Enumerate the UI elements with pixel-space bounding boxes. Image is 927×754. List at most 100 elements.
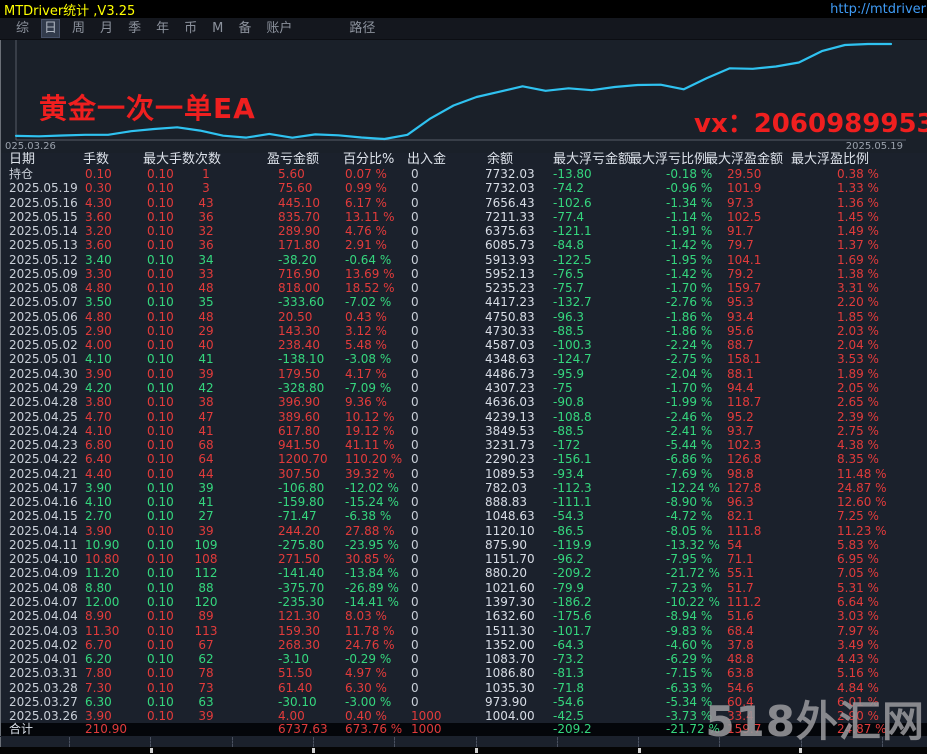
table-row[interactable]: 2025.05.14 3.20 0.10 32 289.90 4.76 % 0 6375.63… <box>1 224 927 238</box>
menu-item-月[interactable]: 月 <box>98 20 115 37</box>
cell-12: 4.38 % <box>837 438 879 453</box>
open-position-row[interactable]: 持仓 0.10 0.10 1 5.60 0.07 % 0 7732.03 -13.80 -0.18… <box>1 167 927 181</box>
menu-item-日[interactable]: 日 <box>41 19 61 38</box>
table-row[interactable]: 2025.04.23 6.80 0.10 68 941.50 41.11 % 0 3231.7… <box>1 438 927 452</box>
cell-11: 94.4 <box>727 380 754 395</box>
cell-9: -124.7 <box>553 352 592 367</box>
table-row[interactable]: 2025.04.21 4.40 0.10 44 307.50 39.32 % 0 1089.5… <box>1 467 927 481</box>
table-row[interactable]: 2025.05.12 3.40 0.10 34 -38.20 -0.64 % 0 5913.9… <box>1 253 927 267</box>
cell-7: 0 <box>411 209 419 224</box>
cell-6: -14.41 % <box>345 594 399 609</box>
statusbar-separator <box>312 748 315 753</box>
menu-item-路径[interactable]: 路径 <box>347 20 377 37</box>
cell-9: -79.9 <box>553 580 585 595</box>
cell-7: 0 <box>411 395 419 410</box>
table-row[interactable]: 2025.04.07 12.00 0.10 120 -235.30 -14.41 % 0 13… <box>1 595 927 609</box>
cell-8: 7656.43 <box>485 195 535 210</box>
table-row[interactable]: 2025.04.29 4.20 0.10 42 -328.80 -7.09 % 0 4307.… <box>1 381 927 395</box>
table-row[interactable]: 2025.04.04 8.90 0.10 89 121.30 8.03 % 0 1632.60… <box>1 609 927 623</box>
table-row[interactable]: 2025.05.16 4.30 0.10 43 445.10 6.17 % 0 7656.43… <box>1 196 927 210</box>
cell-9: -75 <box>553 380 573 395</box>
cell-11: 55.1 <box>727 566 754 581</box>
table-row[interactable]: 2025.05.05 2.90 0.10 29 143.30 3.12 % 0 4730.33… <box>1 324 927 338</box>
table-row[interactable]: 2025.04.15 2.70 0.10 27 -71.47 -6.38 % 0 1048.6… <box>1 509 927 523</box>
table-row[interactable]: 2025.05.19 0.30 0.10 3 75.60 0.99 % 0 7732.03 -7… <box>1 181 927 195</box>
cell-7: 1000 <box>411 709 442 724</box>
cell-7: 0 <box>411 224 419 239</box>
table-row[interactable]: 2025.04.25 4.70 0.10 47 389.60 10.12 % 0 4239.1… <box>1 410 927 424</box>
cell-7: 0 <box>411 537 419 552</box>
table-row[interactable]: 2025.04.08 8.80 0.10 88 -375.70 -26.89 % 0 1021… <box>1 581 927 595</box>
cell-4: 40 <box>198 338 214 353</box>
table-row[interactable]: 2025.04.28 3.80 0.10 38 396.90 9.36 % 0 4636.03… <box>1 395 927 409</box>
table-row[interactable]: 2025.04.14 3.90 0.10 39 244.20 27.88 % 0 1120.1… <box>1 524 927 538</box>
cell-5: 617.80 <box>278 423 320 438</box>
cell-2: 12.00 <box>85 594 120 609</box>
table-row[interactable]: 2025.04.02 6.70 0.10 67 268.30 24.76 % 0 1352.0… <box>1 638 927 652</box>
cell-2: 4.80 <box>85 309 112 324</box>
menu-item-综[interactable]: 综 <box>14 20 31 37</box>
cell-3: 0.10 <box>147 452 174 467</box>
table-row[interactable]: 2025.05.08 4.80 0.10 48 818.00 18.52 % 0 5235.2… <box>1 281 927 295</box>
cell-6: -7.02 % <box>345 295 392 310</box>
menu-item-季[interactable]: 季 <box>126 20 143 37</box>
cell-6: -12.02 % <box>345 480 399 495</box>
app-url-link[interactable]: http://mtdriver <box>830 2 927 17</box>
cell-5: 941.50 <box>278 438 320 453</box>
cell-3: 0.10 <box>147 537 174 552</box>
cell-9: -13.80 <box>553 167 592 181</box>
cell-7: 0 <box>411 409 419 424</box>
cell-7: 0 <box>411 167 419 181</box>
cell-9: -121.1 <box>553 224 592 239</box>
table-row[interactable]: 2025.04.30 3.90 0.10 39 179.50 4.17 % 0 4486.73… <box>1 367 927 381</box>
table-row[interactable]: 2025.04.10 10.80 0.10 108 271.50 30.85 % 0 1151… <box>1 552 927 566</box>
cell-9: -100.3 <box>553 338 592 353</box>
table-row[interactable]: 2025.03.28 7.30 0.10 73 61.40 6.30 % 0 1035.30 -… <box>1 681 927 695</box>
table-row[interactable]: 2025.05.07 3.50 0.10 35 -333.60 -7.02 % 0 4417.… <box>1 295 927 309</box>
table-row[interactable]: 2025.04.17 3.90 0.10 39 -106.80 -12.02 % 0 782.… <box>1 481 927 495</box>
cell-8: 1120.10 <box>485 523 535 538</box>
menu-item-备[interactable]: 备 <box>236 20 253 37</box>
cell-7: 0 <box>411 666 419 681</box>
cell-2: 8.90 <box>85 609 112 624</box>
table-row[interactable]: 2025.04.16 4.10 0.10 41 -159.80 -15.24 % 0 888.… <box>1 495 927 509</box>
cell-9: -77.4 <box>553 209 585 224</box>
table-row[interactable]: 2025.05.15 3.60 0.10 36 835.70 13.11 % 0 7211.3… <box>1 210 927 224</box>
menu-item-年[interactable]: 年 <box>154 20 171 37</box>
cell-1: 持仓 <box>9 167 34 181</box>
table-row[interactable]: 2025.04.03 11.30 0.10 113 159.30 11.78 % 0 1511… <box>1 624 927 638</box>
table-row[interactable]: 2025.04.11 10.90 0.10 109 -275.80 -23.95 % 0 87… <box>1 538 927 552</box>
table-row[interactable]: 2025.05.13 3.60 0.10 36 171.80 2.91 % 0 6085.73… <box>1 238 927 252</box>
cell-10: -6.33 % <box>666 680 713 695</box>
cell-11: 63.8 <box>727 666 754 681</box>
menu-item-币[interactable]: 币 <box>182 20 199 37</box>
table-row[interactable]: 2025.05.02 4.00 0.10 40 238.40 5.48 % 0 4587.03… <box>1 338 927 352</box>
col-header-3: 最大手数 <box>143 152 196 167</box>
table-row[interactable]: 2025.04.01 6.20 0.10 62 -3.10 -0.29 % 0 1083.70… <box>1 652 927 666</box>
cell-6: 5.48 % <box>345 338 387 353</box>
table-row[interactable]: 2025.03.31 7.80 0.10 78 51.50 4.97 % 0 1086.80 -… <box>1 666 927 680</box>
menu-item-M[interactable]: M <box>210 20 225 37</box>
cell-10: -6.86 % <box>666 452 713 467</box>
table-row[interactable]: 2025.05.09 3.30 0.10 33 716.90 13.69 % 0 5952.1… <box>1 267 927 281</box>
table-row[interactable]: 2025.04.09 11.20 0.10 112 -141.40 -13.84 % 0 88… <box>1 566 927 580</box>
table-row[interactable]: 2025.04.22 6.40 0.10 64 1200.70 110.20 % 0 2290… <box>1 452 927 466</box>
cell-1: 2025.04.22 <box>9 452 78 467</box>
menu-item-周[interactable]: 周 <box>70 20 87 37</box>
cell-2: 10.90 <box>85 537 120 552</box>
cell-5: -141.40 <box>278 566 325 581</box>
cell-6: 19.12 % <box>345 423 395 438</box>
cell-11: 95.6 <box>727 323 754 338</box>
table-row[interactable]: 2025.05.01 4.10 0.10 41 -138.10 -3.08 % 0 4348.… <box>1 352 927 366</box>
cell-10: -6.29 % <box>666 652 713 667</box>
cell-7: 0 <box>411 252 419 267</box>
cell-6: 0.99 % <box>345 181 387 196</box>
table-row[interactable]: 2025.04.24 4.10 0.10 41 617.80 19.12 % 0 3849.5… <box>1 424 927 438</box>
cell-11: 79.7 <box>727 238 754 253</box>
menu-item-账户[interactable]: 账户 <box>264 20 294 37</box>
cell-8: 1352.00 <box>485 637 535 652</box>
table-row[interactable]: 2025.05.06 4.80 0.10 48 20.50 0.43 % 0 4750.83 -… <box>1 310 927 324</box>
cell-12: 7.25 % <box>837 509 879 524</box>
cell-8: 6085.73 <box>485 238 535 253</box>
cell-9: -73.2 <box>553 652 585 667</box>
